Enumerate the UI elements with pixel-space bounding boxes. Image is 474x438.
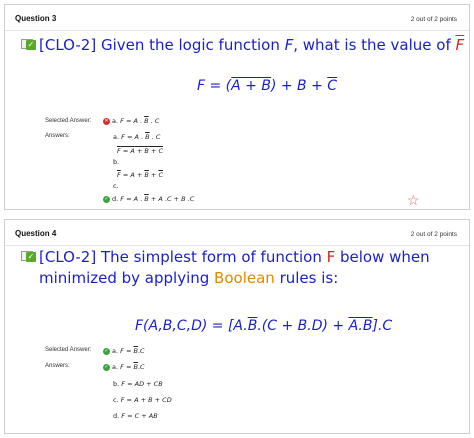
selected-answer: ✓ a. F = B.C xyxy=(103,347,145,355)
question-4-panel: Question 4 2 out of 2 points ✓ [CLO-2] Th… xyxy=(4,219,470,434)
question-3-points: 2 out of 2 points xyxy=(410,16,457,23)
selected-answer-label: Selected Answer: xyxy=(45,347,92,353)
answer-option-b: b. xyxy=(113,158,120,166)
incorrect-icon: ✕ xyxy=(103,117,110,125)
question-image-icon: ✓ xyxy=(21,38,37,51)
answer-option-b-formula: F = A + B + C xyxy=(117,147,163,155)
answer-option-c-formula: F = A + B + C xyxy=(117,171,163,179)
answer-option-c: c. xyxy=(113,182,119,190)
selected-answer-label: Selected Answer: xyxy=(45,118,92,124)
question-4-title: Question 4 xyxy=(15,229,57,238)
answers-label: Answers: xyxy=(45,133,70,139)
question-3-header: Question 3 2 out of 2 points xyxy=(5,5,469,31)
answer-option-a: ✓ a. F = B.C xyxy=(103,363,145,371)
selected-answer: ✕ a. F = A . B . C xyxy=(103,117,160,125)
correct-icon: ✓ xyxy=(103,195,110,203)
answer-option-b: b. F = AD + CB xyxy=(113,380,163,388)
correct-icon: ✓ xyxy=(103,363,110,371)
question-3-title: Question 3 xyxy=(15,14,57,23)
question-image-icon: ✓ xyxy=(21,250,37,263)
answer-option-d: d. F = C + AB xyxy=(113,412,158,420)
answer-option-a: a. F = A . B . C xyxy=(113,133,161,141)
star-icon[interactable]: ☆ xyxy=(407,193,420,207)
question-4-points: 2 out of 2 points xyxy=(410,231,457,238)
question-3-panel: Question 3 2 out of 2 points ✓ [CLO-2] Gi… xyxy=(4,4,470,210)
answers-label: Answers: xyxy=(45,363,70,369)
f-bar-term: F xyxy=(455,36,465,54)
question-4-formula: F(A,B,C,D) = [A.B.(C + B.D) + A.B].C xyxy=(135,318,393,334)
correct-icon: ✓ xyxy=(103,347,110,355)
answer-option-d: ✓ d. F = A . B + A .C + B .C xyxy=(103,195,195,203)
question-4-text: ✓ [CLO-2] The simplest form of function F… xyxy=(21,247,430,289)
question-3-text: ✓ [CLO-2] Given the logic function F, wha… xyxy=(21,35,464,56)
answer-option-c: c. F = A + B + CD xyxy=(113,396,172,404)
question-4-header: Question 4 2 out of 2 points xyxy=(5,220,469,246)
question-3-formula: F = (A + B) + B + C xyxy=(197,78,338,94)
